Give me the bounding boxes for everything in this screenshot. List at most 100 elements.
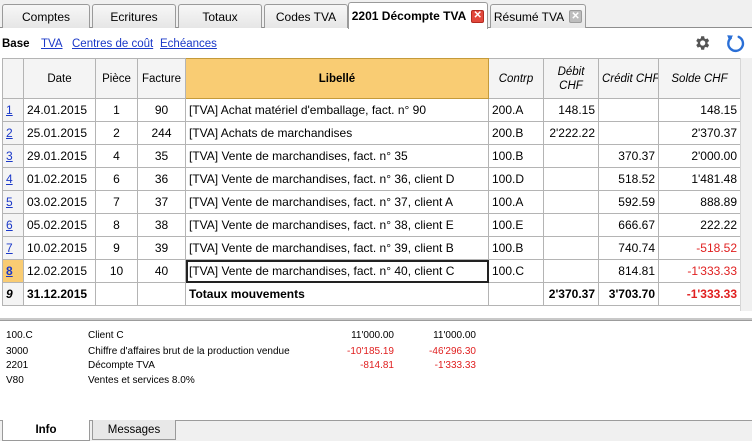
row-number-cell[interactable]: 6 xyxy=(2,213,24,237)
row-number-cell[interactable]: 2 xyxy=(2,121,24,145)
solde-cell[interactable]: 222.22 xyxy=(658,213,741,237)
credit-cell[interactable]: 3'703.70 xyxy=(598,282,659,306)
contrp-cell[interactable]: 100.E xyxy=(488,213,544,237)
header-debit[interactable]: Débit CHF xyxy=(543,58,599,99)
facture-cell[interactable]: 244 xyxy=(137,121,186,145)
table-row[interactable]: 1 24.01.2015 1 90 [TVA] Achat matériel d'emb… xyxy=(2,98,741,122)
debit-cell[interactable]: 2'370.37 xyxy=(543,282,599,306)
view-base[interactable]: Base xyxy=(2,38,30,50)
libelle-cell[interactable]: [TVA] Vente de marchandises, fact. n° 39… xyxy=(185,236,489,260)
header-contrp[interactable]: Contrp xyxy=(488,58,544,99)
piece-cell[interactable]: 10 xyxy=(95,259,138,283)
credit-cell[interactable]: 592.59 xyxy=(598,190,659,214)
header-solde[interactable]: Solde CHF xyxy=(658,58,741,99)
facture-cell[interactable]: 38 xyxy=(137,213,186,237)
date-cell[interactable]: 10.02.2015 xyxy=(23,236,96,260)
tab-info[interactable]: Info xyxy=(2,420,90,441)
debit-cell[interactable] xyxy=(543,144,599,168)
contrp-cell[interactable]: 100.D xyxy=(488,167,544,191)
credit-cell[interactable]: 666.67 xyxy=(598,213,659,237)
tab-codes-tva[interactable]: Codes TVA xyxy=(264,4,348,28)
header-credit[interactable]: Crédit CHF xyxy=(598,58,659,99)
tab-messages[interactable]: Messages xyxy=(92,420,176,440)
facture-cell[interactable]: 39 xyxy=(137,236,186,260)
table-row[interactable]: 3 29.01.2015 4 35 [TVA] Vente de marchandise… xyxy=(2,144,741,168)
tab-ecritures[interactable]: Ecritures xyxy=(92,4,176,28)
debit-cell[interactable]: 148.15 xyxy=(543,98,599,122)
solde-cell[interactable]: 2'370.37 xyxy=(658,121,741,145)
row-number-cell[interactable]: 9 xyxy=(2,282,24,306)
gear-icon[interactable] xyxy=(693,34,711,52)
close-icon[interactable]: ✕ xyxy=(471,9,485,23)
tab-decompte-tva[interactable]: 2201 Décompte TVA ✕ xyxy=(348,2,488,29)
credit-cell[interactable] xyxy=(598,98,659,122)
facture-cell[interactable]: 40 xyxy=(137,259,186,283)
header-facture[interactable]: Facture xyxy=(137,58,186,99)
debit-cell[interactable] xyxy=(543,167,599,191)
table-row[interactable]: 7 10.02.2015 9 39 [TVA] Vente de marchandise… xyxy=(2,236,741,260)
row-number-cell[interactable]: 3 xyxy=(2,144,24,168)
piece-cell[interactable]: 6 xyxy=(95,167,138,191)
facture-cell[interactable]: 36 xyxy=(137,167,186,191)
libelle-cell[interactable]: [TVA] Achats de marchandises xyxy=(185,121,489,145)
contrp-cell[interactable] xyxy=(488,282,544,306)
libelle-cell[interactable]: [TVA] Vente de marchandises, fact. n° 35 xyxy=(185,144,489,168)
credit-cell[interactable]: 740.74 xyxy=(598,236,659,260)
facture-cell[interactable]: 90 xyxy=(137,98,186,122)
solde-cell[interactable]: 888.89 xyxy=(658,190,741,214)
debit-cell[interactable]: 2'222.22 xyxy=(543,121,599,145)
row-number-cell[interactable]: 4 xyxy=(2,167,24,191)
credit-cell[interactable]: 814.81 xyxy=(598,259,659,283)
view-link-centres-de-cout[interactable]: Centres de coût xyxy=(72,38,153,50)
date-cell[interactable]: 29.01.2015 xyxy=(23,144,96,168)
contrp-cell[interactable]: 100.B xyxy=(488,144,544,168)
view-link-echeances[interactable]: Echéances xyxy=(160,38,217,50)
libelle-cell[interactable]: [TVA] Vente de marchandises, fact. n° 36… xyxy=(185,167,489,191)
refresh-icon[interactable] xyxy=(724,32,746,54)
table-row[interactable]: 5 03.02.2015 7 37 [TVA] Vente de marchandise… xyxy=(2,190,741,214)
view-link-tva[interactable]: TVA xyxy=(41,38,63,50)
facture-cell[interactable]: 37 xyxy=(137,190,186,214)
table-row[interactable]: 4 01.02.2015 6 36 [TVA] Vente de marchandise… xyxy=(2,167,741,191)
tab-totaux[interactable]: Totaux xyxy=(178,4,262,28)
piece-cell[interactable]: 9 xyxy=(95,236,138,260)
credit-cell[interactable] xyxy=(598,121,659,145)
close-icon[interactable]: ✕ xyxy=(569,10,583,23)
facture-cell[interactable] xyxy=(137,282,186,306)
table-row[interactable]: 6 05.02.2015 8 38 [TVA] Vente de marchandise… xyxy=(2,213,741,237)
solde-cell[interactable]: 1'481.48 xyxy=(658,167,741,191)
credit-cell[interactable]: 370.37 xyxy=(598,144,659,168)
tab-resume-tva[interactable]: Résumé TVA ✕ xyxy=(490,4,586,28)
row-number-cell[interactable]: 7 xyxy=(2,236,24,260)
solde-cell[interactable]: -518.52 xyxy=(658,236,741,260)
header-row-number[interactable] xyxy=(2,58,24,99)
facture-cell[interactable]: 35 xyxy=(137,144,186,168)
contrp-cell[interactable]: 100.B xyxy=(488,236,544,260)
debit-cell[interactable] xyxy=(543,236,599,260)
debit-cell[interactable] xyxy=(543,259,599,283)
date-cell[interactable]: 05.02.2015 xyxy=(23,213,96,237)
libelle-cell[interactable]: [TVA] Vente de marchandises, fact. n° 38… xyxy=(185,213,489,237)
solde-cell[interactable]: -1'333.33 xyxy=(658,282,741,306)
debit-cell[interactable] xyxy=(543,213,599,237)
header-piece[interactable]: Pièce xyxy=(95,58,138,99)
contrp-cell[interactable]: 200.A xyxy=(488,98,544,122)
table-row[interactable]: 2 25.01.2015 2 244 [TVA] Achats de marchandi… xyxy=(2,121,741,145)
debit-cell[interactable] xyxy=(543,190,599,214)
tab-comptes[interactable]: Comptes xyxy=(2,4,90,28)
header-libelle[interactable]: Libellé xyxy=(185,58,489,99)
date-cell[interactable]: 12.02.2015 xyxy=(23,259,96,283)
piece-cell[interactable]: 1 xyxy=(95,98,138,122)
date-cell[interactable]: 01.02.2015 xyxy=(23,167,96,191)
table-row[interactable]: 8 12.02.2015 10 40 [TVA] Vente de marchandis… xyxy=(2,259,741,283)
row-number-cell[interactable]: 5 xyxy=(2,190,24,214)
libelle-cell[interactable]: Totaux mouvements xyxy=(185,282,489,306)
row-number-cell[interactable]: 8 xyxy=(2,259,24,283)
date-cell[interactable]: 31.12.2015 xyxy=(23,282,96,306)
credit-cell[interactable]: 518.52 xyxy=(598,167,659,191)
date-cell[interactable]: 25.01.2015 xyxy=(23,121,96,145)
contrp-cell[interactable]: 100.A xyxy=(488,190,544,214)
contrp-cell[interactable]: 200.B xyxy=(488,121,544,145)
date-cell[interactable]: 03.02.2015 xyxy=(23,190,96,214)
totals-row[interactable]: 9 31.12.2015 Totaux mouvements 2'370.37 3'70… xyxy=(2,282,741,306)
